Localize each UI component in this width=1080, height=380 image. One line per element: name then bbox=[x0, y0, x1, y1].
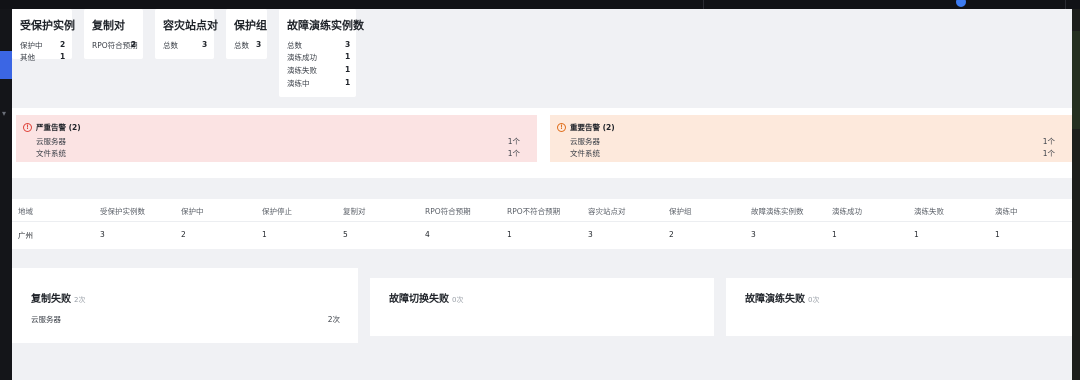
table-cell[interactable]: 1 bbox=[262, 230, 267, 239]
card-row-label: 总数 bbox=[234, 41, 249, 50]
critical-alert-panel[interactable]: ! 严重告警 (2) 云服务器 1个 文件系统 1个 bbox=[16, 115, 537, 162]
alert-item-count: 1个 bbox=[507, 137, 520, 146]
failure-title-text: 故障切换失败 bbox=[389, 294, 449, 305]
card-title: 故障演练实例数 bbox=[287, 19, 364, 32]
failure-title: 故障切换失败 0次 bbox=[389, 290, 463, 305]
warning-icon: ! bbox=[23, 123, 32, 132]
card-row-value: 2 bbox=[60, 40, 66, 49]
table-header-divider bbox=[12, 221, 1072, 222]
sidebar-active-item[interactable] bbox=[0, 51, 12, 79]
card-row-value: 3 bbox=[345, 40, 351, 49]
drill-instances-card: 故障演练实例数 总数 3 演练成功 1 演练失败 1 演练中 1 bbox=[279, 9, 364, 97]
failure-title: 故障演练失败 0次 bbox=[745, 290, 819, 305]
table-cell[interactable]: 1 bbox=[995, 230, 1000, 239]
left-sidebar: ▾ bbox=[0, 9, 12, 380]
card-row-label: 总数 bbox=[163, 41, 178, 50]
alert-item-label[interactable]: 云服务器 bbox=[570, 136, 600, 147]
protection-groups-card: 保护组 总数 3 bbox=[226, 9, 267, 59]
card-row-label: 其他 bbox=[20, 53, 35, 62]
card-row-value: 1 bbox=[345, 65, 351, 74]
alert-item-count: 1个 bbox=[1042, 137, 1055, 146]
failure-section: 复制失败 2次 云服务器 2次 故障切换失败 0次 故障演练失败 0次 bbox=[12, 268, 1072, 343]
card-row-value: 1 bbox=[345, 52, 351, 61]
failure-title-text: 故障演练失败 bbox=[745, 294, 805, 305]
column-header: 故障演练实例数 bbox=[751, 207, 804, 216]
column-header: 演练中 bbox=[995, 207, 1018, 216]
column-header: 保护组 bbox=[669, 207, 692, 216]
user-avatar[interactable] bbox=[956, 0, 966, 7]
column-header: 复制对 bbox=[343, 207, 366, 216]
column-header: 保护中 bbox=[181, 207, 204, 216]
dr-site-pairs-card: 容灾站点对 总数 3 bbox=[155, 9, 218, 59]
code-panel-fragment bbox=[1072, 31, 1080, 129]
failure-item-label[interactable]: 云服务器 bbox=[31, 314, 61, 325]
top-bar-divider bbox=[1065, 0, 1066, 9]
card-title: 复制对 bbox=[92, 19, 125, 32]
failure-count: 0次 bbox=[808, 296, 820, 304]
card-row-label: 保护中 bbox=[20, 41, 43, 50]
card-row-label: 演练中 bbox=[287, 79, 310, 88]
column-header: 地域 bbox=[18, 207, 33, 216]
alert-title: 严重告警 (2) bbox=[36, 123, 81, 132]
card-row-value: 2 bbox=[131, 40, 137, 49]
table-cell[interactable]: 3 bbox=[100, 230, 105, 239]
card-row-label: 演练成功 bbox=[287, 53, 317, 62]
table-cell[interactable]: 1 bbox=[832, 230, 837, 239]
failure-count: 2次 bbox=[74, 296, 86, 304]
sidebar-expand-icon[interactable]: ▾ bbox=[2, 109, 6, 118]
card-title: 受保护实例 bbox=[20, 19, 75, 32]
failure-title-text: 复制失败 bbox=[31, 294, 71, 305]
card-title: 保护组 bbox=[234, 19, 267, 32]
column-header: RPO符合预期 bbox=[425, 207, 471, 216]
top-bar-divider bbox=[703, 0, 704, 9]
card-row-value: 1 bbox=[60, 52, 66, 61]
switchover-failure-card: 故障切换失败 0次 bbox=[370, 278, 714, 336]
protected-instances-card: 受保护实例 保护中 2 其他 1 bbox=[12, 9, 75, 62]
warning-icon: ! bbox=[557, 123, 566, 132]
major-alert-panel[interactable]: ! 重要告警 (2) 云服务器 1个 文件系统 1个 bbox=[550, 115, 1072, 162]
card-title: 容灾站点对 bbox=[163, 19, 218, 32]
table-cell[interactable]: 2 bbox=[669, 230, 674, 239]
alert-title: 重要告警 (2) bbox=[570, 123, 615, 132]
top-bar bbox=[0, 0, 1080, 9]
table-cell[interactable]: 3 bbox=[751, 230, 756, 239]
card-row-value: 1 bbox=[345, 78, 351, 87]
alert-item-label[interactable]: 云服务器 bbox=[36, 136, 66, 147]
column-header: 容灾站点对 bbox=[588, 207, 626, 216]
table-cell[interactable]: 3 bbox=[588, 230, 593, 239]
failure-count: 0次 bbox=[452, 296, 464, 304]
column-header: RPO不符合预期 bbox=[507, 207, 561, 216]
card-row-value: 3 bbox=[202, 40, 208, 49]
region-table: 地域 受保护实例数 保护中 保护停止 复制对 RPO符合预期 RPO不符合预期 … bbox=[12, 199, 1072, 249]
failure-item-value: 2次 bbox=[327, 315, 340, 324]
dashboard-content: 受保护实例 保护中 2 其他 1 复制对 RPO符合预期 2 容灾站点对 总数 … bbox=[12, 9, 1072, 380]
table-cell[interactable]: 1 bbox=[507, 230, 512, 239]
alert-item-label[interactable]: 文件系统 bbox=[36, 148, 66, 159]
column-header: 演练成功 bbox=[832, 207, 862, 216]
replication-failure-card: 复制失败 2次 云服务器 2次 bbox=[12, 268, 358, 343]
failure-title: 复制失败 2次 bbox=[31, 290, 85, 305]
column-header: 演练失败 bbox=[914, 207, 944, 216]
alert-item-count: 1个 bbox=[1042, 149, 1055, 158]
table-cell[interactable]: 2 bbox=[181, 230, 186, 239]
card-row-label: 演练失败 bbox=[287, 66, 317, 75]
table-cell: 广州 bbox=[18, 231, 33, 240]
table-cell[interactable]: 4 bbox=[425, 230, 430, 239]
table-cell[interactable]: 5 bbox=[343, 230, 348, 239]
card-row-label: 总数 bbox=[287, 41, 302, 50]
alerts-section: ! 严重告警 (2) 云服务器 1个 文件系统 1个 ! 重要告警 (2) 云服… bbox=[12, 108, 1072, 178]
card-row-value: 3 bbox=[256, 40, 262, 49]
table-cell[interactable]: 1 bbox=[914, 230, 919, 239]
alert-item-label[interactable]: 文件系统 bbox=[570, 148, 600, 159]
right-panel-edge bbox=[1072, 9, 1080, 380]
alert-item-count: 1个 bbox=[507, 149, 520, 158]
column-header: 保护停止 bbox=[262, 207, 292, 216]
column-header: 受保护实例数 bbox=[100, 207, 145, 216]
drill-failure-card: 故障演练失败 0次 bbox=[726, 278, 1072, 336]
replication-pairs-card: 复制对 RPO符合预期 2 bbox=[84, 9, 143, 59]
